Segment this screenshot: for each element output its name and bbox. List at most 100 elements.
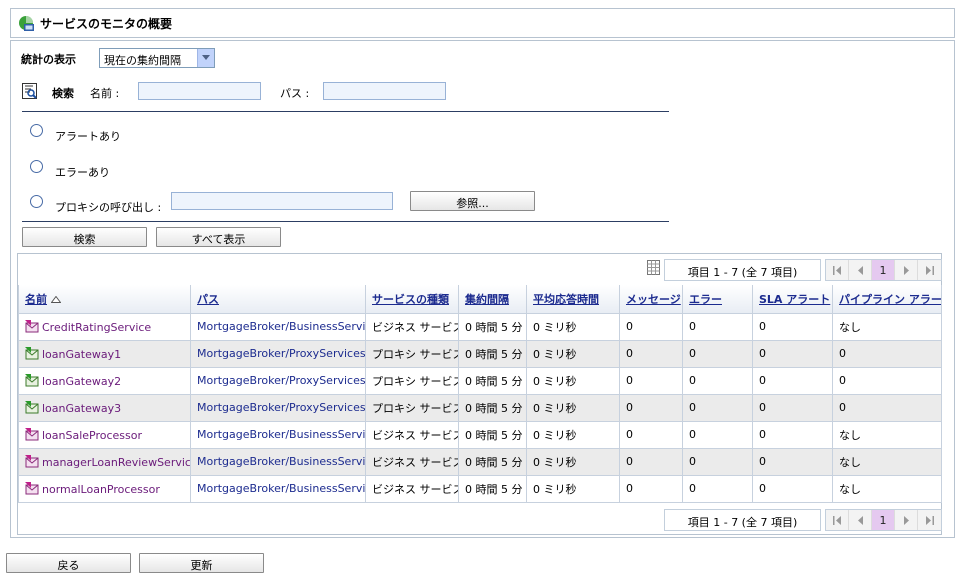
pager-buttons: 1 xyxy=(825,509,942,531)
last-page-icon[interactable] xyxy=(918,510,941,530)
service-type-cell: プロキシ サービス xyxy=(365,366,459,395)
messages-cell: 0 xyxy=(619,420,683,449)
last-page-icon[interactable] xyxy=(918,260,941,280)
messages-cell: 0 xyxy=(619,366,683,395)
prev-page-icon[interactable] xyxy=(849,510,872,530)
divider-top xyxy=(22,111,669,112)
proxy-call-radio[interactable] xyxy=(30,195,43,208)
service-name-cell: CreditRatingService xyxy=(18,312,191,341)
interval-cell: 0 時間 5 分 xyxy=(458,474,527,503)
export-table-icon[interactable] xyxy=(647,260,661,276)
proxy-service-icon xyxy=(25,346,39,359)
service-name-link[interactable]: loanGateway1 xyxy=(42,348,121,361)
service-path-link[interactable]: MortgageBroker/BusinessServices xyxy=(197,320,365,333)
sla-alerts-cell: 0 xyxy=(752,312,833,341)
service-name-link[interactable]: loanGateway3 xyxy=(42,402,121,415)
errors-cell: 0 xyxy=(682,420,753,449)
errors-cell: 0 xyxy=(682,366,753,395)
prev-page-icon[interactable] xyxy=(849,260,872,280)
service-path-link[interactable]: MortgageBroker/ProxyServices xyxy=(197,374,365,387)
service-name-link[interactable]: managerLoanReviewService xyxy=(42,456,190,469)
pipeline-alerts-cell: 0 xyxy=(832,393,942,422)
avg-response-cell: 0 ミリ秒 xyxy=(526,366,620,395)
table-row: CreditRatingService MortgageBroker/Busine… xyxy=(18,312,942,341)
refresh-button[interactable]: 更新 xyxy=(139,553,264,573)
service-name-cell: loanGateway2 xyxy=(18,366,191,395)
avg-response-cell: 0 ミリ秒 xyxy=(526,393,620,422)
stats-interval-select[interactable]: 現在の集約間隔 xyxy=(99,48,215,68)
table-row: normalLoanProcessor MortgageBroker/Busine… xyxy=(18,474,942,503)
proxy-call-label: プロキシの呼び出し : xyxy=(55,201,162,214)
services-table: 名前 パス サービスの種類 集約間隔 平均応答時間 メッセージ エラー SLA … xyxy=(18,285,942,503)
messages-cell: 0 xyxy=(619,339,683,368)
errors-radio[interactable] xyxy=(30,160,43,173)
first-page-icon[interactable] xyxy=(826,260,849,280)
service-path-link[interactable]: MortgageBroker/ProxyServices xyxy=(197,347,365,360)
stats-interval-value: 現在の集約間隔 xyxy=(104,54,181,67)
service-type-cell: ビジネス サービス xyxy=(365,312,459,341)
proxy-service-icon xyxy=(25,373,39,386)
business-service-icon xyxy=(25,481,39,494)
sla-alerts-cell: 0 xyxy=(752,474,833,503)
alerts-radio-label: アラートあり xyxy=(55,130,121,143)
bottom-pager: 項目 1 - 7 (全 7 項目) 1 xyxy=(664,509,942,531)
next-page-icon[interactable] xyxy=(895,510,918,530)
path-search-input[interactable] xyxy=(323,82,446,100)
service-name-link[interactable]: CreditRatingService xyxy=(42,321,151,334)
col-header-service-type[interactable]: サービスの種類 xyxy=(365,285,459,314)
back-button[interactable]: 戻る xyxy=(6,553,131,573)
sort-ascending-icon xyxy=(51,295,61,303)
avg-response-cell: 0 ミリ秒 xyxy=(526,447,620,476)
service-name-link[interactable]: loanGateway2 xyxy=(42,375,121,388)
current-page-button[interactable]: 1 xyxy=(872,260,895,280)
col-header-messages[interactable]: メッセージ xyxy=(619,285,683,314)
business-service-icon xyxy=(25,427,39,440)
service-type-cell: プロキシ サービス xyxy=(365,339,459,368)
col-header-name[interactable]: 名前 xyxy=(18,285,191,314)
errors-cell: 0 xyxy=(682,447,753,476)
col-header-interval[interactable]: 集約間隔 xyxy=(458,285,527,314)
alerts-radio[interactable] xyxy=(30,124,43,137)
monitor-icon xyxy=(19,16,34,31)
next-page-icon[interactable] xyxy=(895,260,918,280)
interval-cell: 0 時間 5 分 xyxy=(458,420,527,449)
service-name-link[interactable]: loanSaleProcessor xyxy=(42,429,142,442)
avg-response-cell: 0 ミリ秒 xyxy=(526,312,620,341)
service-type-cell: ビジネス サービス xyxy=(365,474,459,503)
service-path-link[interactable]: MortgageBroker/BusinessServices xyxy=(197,455,365,468)
sla-alerts-cell: 0 xyxy=(752,339,833,368)
business-service-icon xyxy=(25,319,39,332)
table-row: loanGateway2 MortgageBroker/ProxyServices… xyxy=(18,366,942,395)
search-icon xyxy=(22,83,37,99)
top-pager: 項目 1 - 7 (全 7 項目) 1 xyxy=(664,259,942,281)
current-page-button[interactable]: 1 xyxy=(872,510,895,530)
col-header-sla-alerts[interactable]: SLA アラート xyxy=(752,285,833,314)
col-header-errors[interactable]: エラー xyxy=(682,285,753,314)
table-row: loanSaleProcessor MortgageBroker/Business… xyxy=(18,420,942,449)
first-page-icon[interactable] xyxy=(826,510,849,530)
errors-radio-label: エラーあり xyxy=(55,166,110,179)
search-button[interactable]: 検索 xyxy=(22,227,147,247)
proxy-call-input[interactable] xyxy=(171,192,393,210)
interval-cell: 0 時間 5 分 xyxy=(458,447,527,476)
pipeline-alerts-cell: なし xyxy=(832,474,942,503)
browse-button[interactable]: 参照... xyxy=(410,191,535,211)
col-header-avg-response[interactable]: 平均応答時間 xyxy=(526,285,620,314)
service-name-link[interactable]: normalLoanProcessor xyxy=(42,483,160,496)
messages-cell: 0 xyxy=(619,447,683,476)
interval-cell: 0 時間 5 分 xyxy=(458,339,527,368)
messages-cell: 0 xyxy=(619,393,683,422)
path-cell: MortgageBroker/BusinessServices xyxy=(190,474,366,503)
col-header-path[interactable]: パス xyxy=(190,285,366,314)
show-all-button[interactable]: すべて表示 xyxy=(156,227,281,247)
interval-cell: 0 時間 5 分 xyxy=(458,366,527,395)
errors-cell: 0 xyxy=(682,312,753,341)
col-header-pipeline-alerts[interactable]: パイプライン アラート xyxy=(832,285,942,314)
errors-cell: 0 xyxy=(682,339,753,368)
service-path-link[interactable]: MortgageBroker/BusinessServices xyxy=(197,428,365,441)
page-title: サービスのモニタの概要 xyxy=(40,17,173,31)
service-path-link[interactable]: MortgageBroker/ProxyServices xyxy=(197,401,365,414)
service-type-cell: プロキシ サービス xyxy=(365,393,459,422)
service-path-link[interactable]: MortgageBroker/BusinessServices xyxy=(197,482,365,495)
name-search-input[interactable] xyxy=(138,82,261,100)
